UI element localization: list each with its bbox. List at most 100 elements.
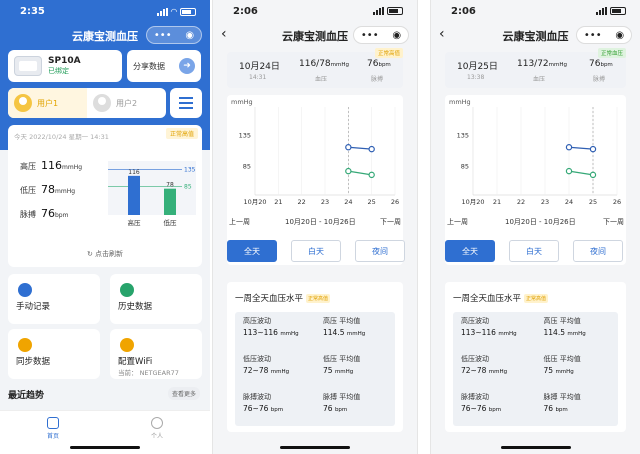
tile-label: 同步数据 [16, 357, 51, 367]
pulse-unit: bpm [600, 62, 613, 68]
latest-measurement-card: 今天 2022/10/24 星期一 14:31 正常高值 高压 116mmHg 低… [8, 125, 202, 267]
stat-value: 113~116 mmHg [243, 328, 315, 337]
weekly-bp-line-chart[interactable]: 10月20 21 22 23 24 25 26 85 135 [445, 95, 627, 215]
stat-value: 76~76 bpm [243, 404, 315, 413]
filter-night[interactable]: 夜间 [573, 240, 623, 262]
history-data-tile[interactable]: 历史数据 [110, 274, 202, 324]
week-range: 10月20日 - 10月26日 [285, 218, 356, 226]
clock-icon [120, 283, 134, 297]
weekly-stats-card: 一周全天血压水平 正常高值 高压波动 113~116 mmHg 高压 平均值 114.… [227, 282, 403, 432]
tile-label: 手动记录 [16, 302, 51, 312]
nav-bar: ‹ 云康宝测血压 ••• ◉ [213, 24, 417, 46]
stat-cell: 低压 平均值 75 mmHg [536, 350, 619, 386]
cloud-sync-icon [18, 338, 32, 352]
weekly-bp-line-chart[interactable]: 10月20 21 22 23 24 25 26 85 135 [227, 95, 405, 215]
face-icon [151, 417, 163, 429]
reference-label: 135 [184, 166, 196, 173]
status-time: 2:06 [233, 6, 258, 17]
x-tick-label: 22 [517, 198, 525, 206]
stat-label: 脉搏 平均值 [323, 393, 361, 401]
filter-all-day[interactable]: 全天 [227, 240, 277, 262]
device-card[interactable]: SP10A 已绑定 [8, 50, 122, 82]
status-badge: 正常高值 [374, 48, 403, 58]
close-target-icon[interactable]: ◉ [185, 30, 194, 41]
device-name: SP10A [48, 56, 81, 66]
data-point [345, 144, 352, 151]
bar-value-label: 78 [166, 182, 174, 189]
wifi-config-tile[interactable]: 配置WiFi 当前： NETGEAR77 [110, 329, 202, 379]
stat-number: 72~78 [243, 366, 269, 375]
data-point [345, 167, 352, 175]
battery-icon [387, 7, 403, 15]
reading-date: 10月25日 [457, 62, 498, 72]
bp-value: 113/72 [517, 59, 549, 69]
battery-icon [610, 7, 626, 15]
prev-week-link[interactable]: 上一周 [447, 217, 468, 227]
close-target-icon[interactable]: ◉ [392, 30, 401, 41]
stat-value: 114.5 mmHg [544, 328, 619, 337]
x-tick-label: 26 [391, 198, 399, 206]
stat-cell: 高压波动 113~116 mmHg [453, 312, 536, 348]
bp-unit: mmHg [548, 62, 568, 68]
next-week-link[interactable]: 下一周 [603, 217, 624, 227]
stat-unit: mmHg [346, 331, 366, 337]
next-week-link[interactable]: 下一周 [380, 217, 401, 227]
filter-all-day[interactable]: 全天 [445, 240, 495, 262]
stat-label: 低压 平均值 [543, 355, 581, 363]
share-data-button[interactable]: 分享数据 ➜ [127, 50, 201, 82]
stat-number: 76 [543, 404, 554, 413]
more-icon[interactable]: ••• [361, 30, 379, 41]
stat-number: 113~116 [243, 328, 278, 337]
data-point [589, 145, 597, 153]
weekly-chart-card: mmHg 10月20 21 22 23 24 25 26 85 135 上一周 10月20日 -… [227, 95, 405, 265]
stats-title-text: 一周全天血压水平 [453, 294, 522, 304]
user-1-tab[interactable]: 用户1 [8, 88, 87, 118]
tab-profile[interactable]: 个人 [142, 417, 172, 440]
x-tick-label: 23 [541, 198, 549, 206]
more-icon[interactable]: ••• [584, 30, 602, 41]
reading-bp: 113/72mmHg [517, 59, 567, 69]
mini-program-capsule[interactable]: ••• ◉ [353, 26, 409, 44]
mini-program-capsule[interactable]: ••• ◉ [576, 26, 632, 44]
nav-bar: 云康宝测血压 ••• ◉ [0, 24, 210, 46]
status-time: 2:06 [451, 6, 476, 17]
trend-title: 最近趋势 [8, 391, 45, 401]
status-bar: 2:35 ◠ [0, 6, 210, 20]
user-1-label: 用户1 [37, 98, 59, 108]
weekly-chart-card: mmHg 10月20 21 22 23 24 25 26 85 135 上一周 10月20日 -… [445, 95, 626, 265]
tab-home[interactable]: 首页 [38, 417, 68, 440]
filter-day[interactable]: 白天 [509, 240, 559, 262]
reading-pulse: 76bpm [589, 59, 613, 69]
stat-number: 114.5 [323, 328, 345, 337]
stats-title: 一周全天血压水平 正常高值 [453, 292, 549, 304]
bar-category-label: 低压 [164, 218, 178, 227]
history-screen-oct25: 2:06 ‹ 云康宝测血压 ••• ◉ 正常血压 10月25日 13:38 11… [430, 0, 640, 454]
nav-bar: ‹ 云康宝测血压 ••• ◉ [431, 24, 640, 46]
x-tick-label: 21 [493, 198, 501, 206]
filter-day[interactable]: 白天 [291, 240, 341, 262]
stat-label: 高压波动 [461, 317, 489, 325]
x-tick-label: 22 [298, 198, 306, 206]
more-button[interactable]: 查看更多 [167, 387, 200, 400]
stat-number: 76~76 [461, 404, 487, 413]
user-2-tab[interactable]: 用户2 [87, 88, 166, 118]
user-menu-button[interactable] [170, 88, 202, 118]
more-icon[interactable]: ••• [154, 30, 172, 41]
bar [128, 175, 140, 215]
stats-badge: 正常高值 [306, 294, 331, 303]
stat-label: 高压 平均值 [543, 317, 581, 325]
manual-record-tile[interactable]: 手动记录 [8, 274, 100, 324]
sync-data-tile[interactable]: 同步数据 [8, 329, 100, 379]
selected-reading-card: 正常高值 10月24日 14:31 116/78mmHg 血压 76bpm 脉搏 [227, 48, 403, 88]
tile-label: 配置WiFi [118, 357, 153, 367]
mini-program-capsule[interactable]: ••• ◉ [146, 26, 202, 44]
refresh-button[interactable]: ↻ 点击刷新 [8, 249, 202, 259]
history-screen-oct24: 2:06 ‹ 云康宝测血压 ••• ◉ 正常高值 10月24日 14:31 11… [212, 0, 418, 454]
prev-week-link[interactable]: 上一周 [229, 217, 250, 227]
filter-night[interactable]: 夜间 [355, 240, 405, 262]
reading-time: 13:38 [467, 74, 485, 81]
x-tick-label: 10月20 [243, 198, 266, 206]
x-tick-label: 10月20 [461, 198, 484, 206]
tab-bar: 首页 个人 [0, 410, 210, 454]
close-target-icon[interactable]: ◉ [615, 30, 624, 41]
